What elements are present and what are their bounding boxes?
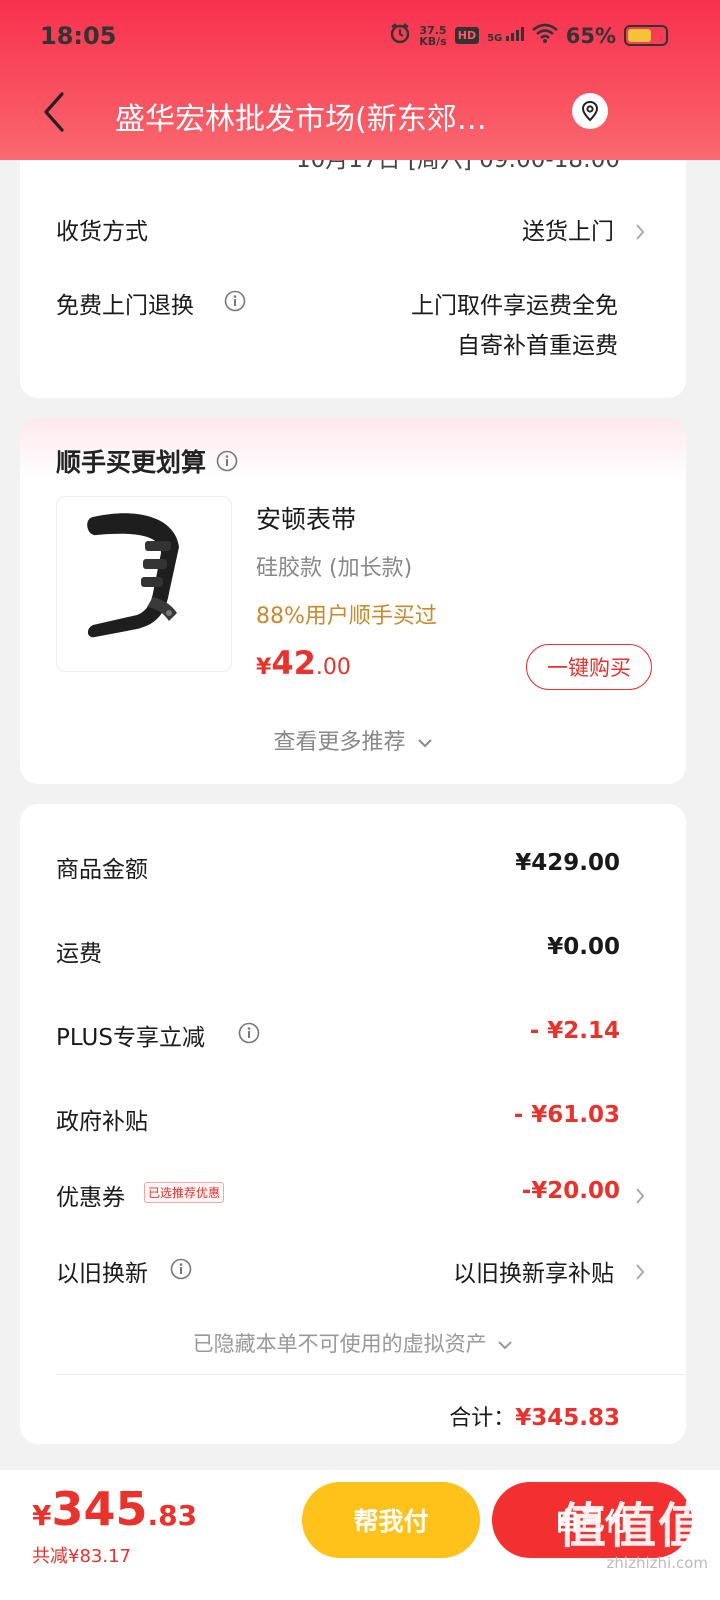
- status-time: 18:05: [40, 22, 117, 50]
- watermark-brand: 值值值: [557, 1498, 708, 1554]
- nav-bar: 盛华宏林批发市场(新东郊…: [0, 88, 720, 138]
- see-more-label: 查看更多推荐: [273, 730, 406, 755]
- shipping-label: 运费: [56, 941, 102, 967]
- trade-in-value: 以旧换新享补贴: [453, 1261, 614, 1287]
- summary-row-plus: PLUS专享立减 - ¥2.14: [20, 1012, 686, 1056]
- recommend-header: 顺手买更划算: [56, 444, 238, 478]
- alarm-icon: [389, 22, 411, 49]
- delivery-method-row[interactable]: 收货方式 送货上门: [20, 202, 686, 258]
- network-speed: 37.5 KB/s: [419, 25, 446, 47]
- product-price-int: 42: [271, 644, 316, 682]
- delivery-method-label: 收货方式: [56, 219, 148, 245]
- summary-row-subsidy: 政府补贴 - ¥61.03: [20, 1096, 686, 1140]
- top-header: 18:05 37.5 KB/s HD 5G 65% 盛华宏林批发市场(新东郊…: [0, 0, 720, 160]
- location-pin-icon: [581, 100, 599, 122]
- chevron-right-icon: [636, 1188, 645, 1204]
- shipping-value: ¥0.00: [547, 934, 620, 960]
- recommend-card: 顺手买更划算 安顿表带 硅胶款 (加长款) 88%用户顺手买过 ¥42.00 一…: [20, 418, 686, 784]
- battery-icon: [624, 25, 668, 46]
- chevron-right-icon: [636, 1264, 645, 1280]
- recommend-title: 顺手买更划算: [56, 448, 207, 477]
- coupon-value: -¥20.00: [521, 1178, 620, 1204]
- watermark: 值值值 zhizhizhi.com: [548, 1500, 708, 1572]
- bottom-pay-bar: ¥345.83 共减¥83.17 帮我付 自己付 值值值 zhizhizhi.c…: [0, 1470, 720, 1600]
- back-button[interactable]: [38, 88, 74, 136]
- info-icon[interactable]: [216, 450, 238, 472]
- product-price: ¥42.00: [256, 644, 351, 682]
- bottom-price: ¥345.83: [32, 1482, 197, 1536]
- one-click-buy-label: 一键购买: [547, 656, 631, 680]
- total-value: ¥345.83: [515, 1405, 620, 1431]
- product-price-currency: ¥: [256, 655, 272, 680]
- goods-amount-label: 商品金额: [56, 857, 148, 883]
- bottom-price-currency: ¥: [32, 1499, 52, 1532]
- product-image[interactable]: [56, 496, 232, 672]
- trade-in-label: 以旧换新: [56, 1261, 148, 1287]
- wifi-icon: [531, 23, 558, 48]
- summary-total: 合计：¥345.83: [449, 1400, 620, 1432]
- see-more-recommend[interactable]: 查看更多推荐: [20, 724, 686, 756]
- price-summary-card: 商品金额 ¥429.00 运费 ¥0.00 PLUS专享立减 - ¥2.14 政…: [20, 804, 686, 1444]
- total-label: 合计：: [449, 1406, 516, 1431]
- saved-amount: 共减¥83.17: [32, 1546, 131, 1567]
- coupon-label: 优惠券: [56, 1185, 125, 1211]
- bottom-price-dec: .83: [147, 1499, 198, 1532]
- free-return-value-1: 上门取件享运费全免: [411, 293, 618, 319]
- help-pay-button[interactable]: 帮我付: [302, 1482, 480, 1558]
- chevron-right-icon: [636, 224, 645, 240]
- product-price-dec: .00: [315, 655, 351, 680]
- help-pay-label: 帮我付: [353, 1507, 429, 1536]
- gov-subsidy-label: 政府补贴: [56, 1109, 148, 1135]
- product-name[interactable]: 安顿表带: [256, 500, 356, 536]
- status-bar: 18:05 37.5 KB/s HD 5G 65%: [0, 18, 720, 58]
- free-return-row: 免费上门退换 上门取件享运费全免 自寄补首重运费: [20, 276, 686, 366]
- delivery-method-value: 送货上门: [522, 219, 614, 245]
- info-icon[interactable]: [170, 1258, 192, 1280]
- watermark-site: zhizhizhi.com: [606, 1554, 708, 1572]
- location-button[interactable]: [572, 93, 608, 129]
- page-title: 盛华宏林批发市场(新东郊…: [115, 102, 487, 137]
- hidden-assets-label: 已隐藏本单不可使用的虚拟资产: [192, 1332, 487, 1356]
- watch-strap-image: [87, 513, 179, 638]
- summary-row-shipping: 运费 ¥0.00: [20, 928, 686, 972]
- summary-row-goods: 商品金额 ¥429.00: [20, 844, 686, 888]
- summary-row-coupon[interactable]: 优惠券 已选推荐优惠 -¥20.00: [20, 1172, 686, 1216]
- back-arrow-icon: [44, 92, 64, 132]
- summary-row-tradein[interactable]: 以旧换新 以旧换新享补贴: [20, 1248, 686, 1292]
- battery-percent: 65%: [565, 23, 616, 48]
- delivery-card: 10月17日 [周六] 09:00-18:00 收货方式 送货上门 免费上门退换…: [20, 120, 686, 398]
- battery-fill: [628, 29, 652, 42]
- free-return-value-2: 自寄补首重运费: [457, 333, 618, 359]
- info-icon[interactable]: [238, 1022, 260, 1044]
- bottom-price-int: 345: [51, 1482, 148, 1536]
- chevron-down-icon: [417, 739, 432, 748]
- summary-divider: [56, 1374, 686, 1375]
- free-return-label: 免费上门退换: [56, 293, 194, 319]
- signal-icon: 5G: [487, 27, 524, 44]
- plus-discount-label: PLUS专享立减: [56, 1025, 205, 1051]
- gov-subsidy-value: - ¥61.03: [513, 1102, 620, 1128]
- status-icons: 37.5 KB/s HD 5G 65%: [389, 22, 668, 49]
- hd-icon: HD: [454, 27, 480, 44]
- network-type: 5G: [487, 33, 503, 44]
- goods-amount-value: ¥429.00: [515, 850, 620, 876]
- hidden-assets-note[interactable]: 已隐藏本单不可使用的虚拟资产: [20, 1328, 686, 1358]
- product-tag: 88%用户顺手买过: [256, 604, 437, 629]
- plus-discount-value: - ¥2.14: [529, 1018, 620, 1044]
- coupon-badge: 已选推荐优惠: [144, 1182, 225, 1203]
- product-spec: 硅胶款 (加长款): [256, 556, 413, 581]
- info-icon[interactable]: [224, 290, 246, 312]
- one-click-buy-button[interactable]: 一键购买: [526, 644, 652, 690]
- chevron-down-icon: [498, 1341, 513, 1350]
- network-speed-unit: KB/s: [419, 34, 447, 48]
